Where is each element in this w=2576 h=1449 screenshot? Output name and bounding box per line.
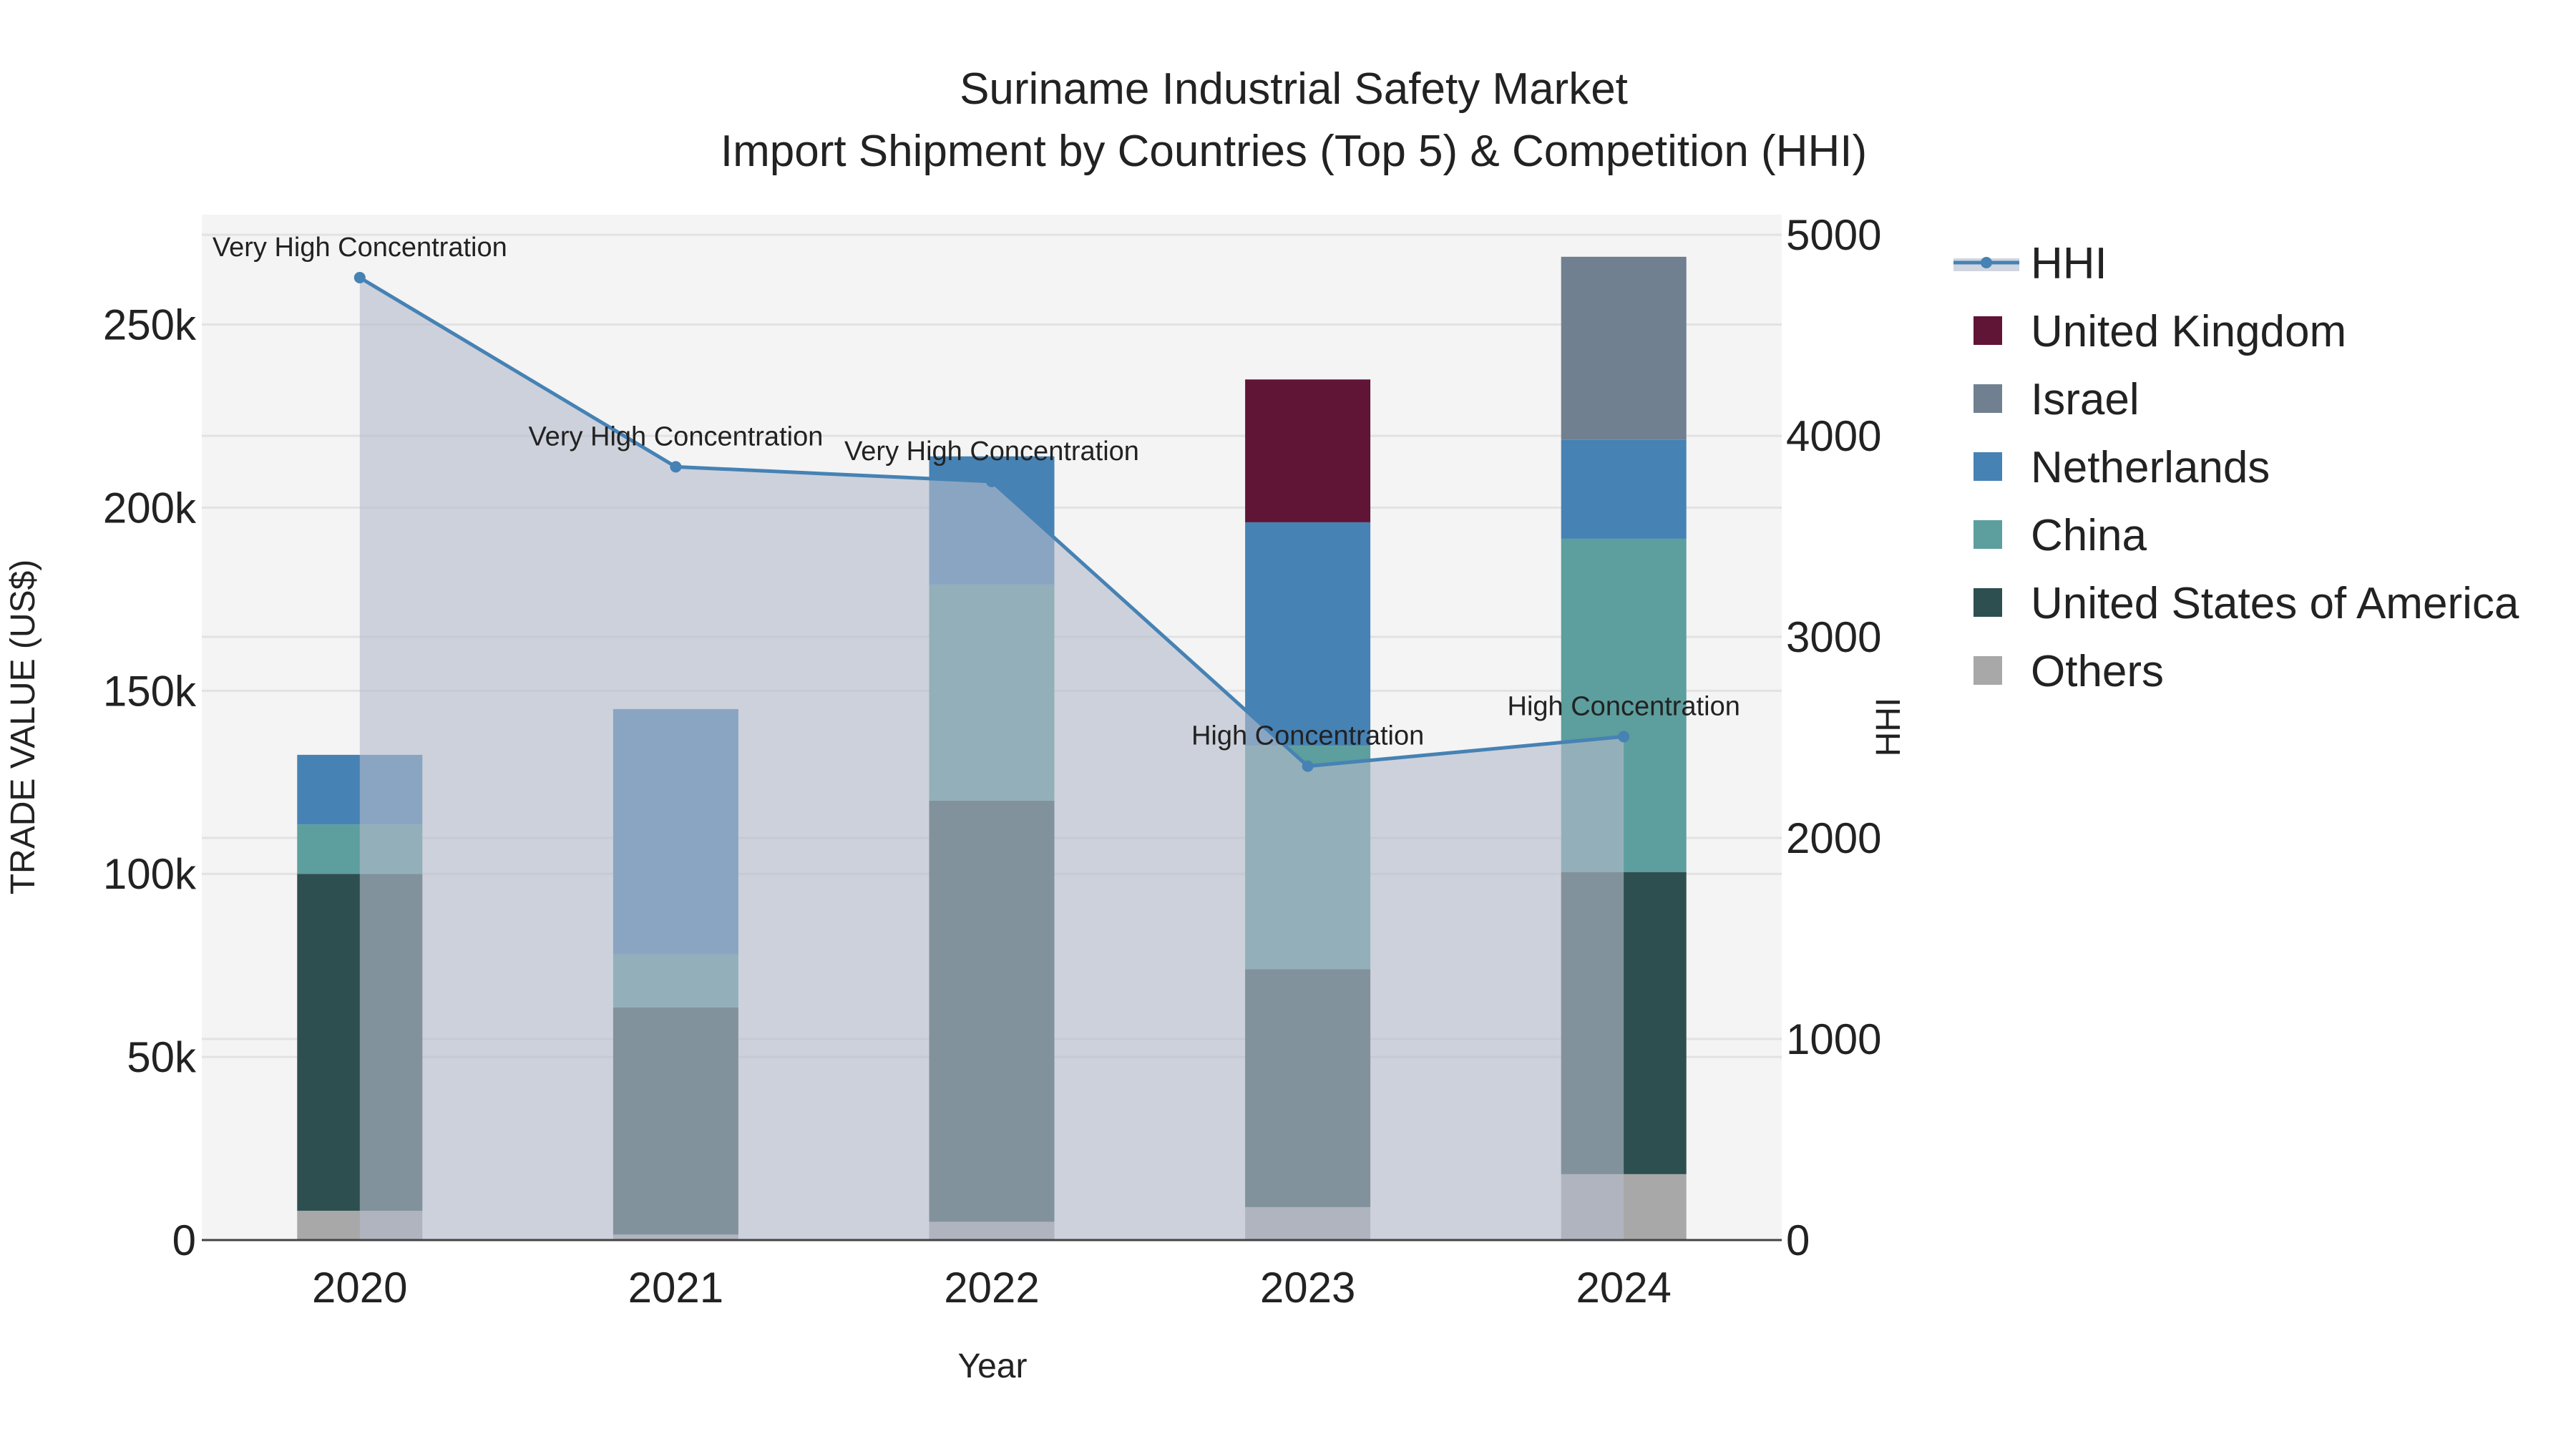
hhi-annotation-2020: Very High Concentration: [213, 233, 507, 263]
y-tick-label: 100k: [103, 850, 197, 898]
y2-tick-label: 5000: [1786, 211, 1881, 259]
legend-swatch: [1974, 588, 2002, 617]
chart-subtitle: Import Shipment by Countries (Top 5) & C…: [721, 127, 1867, 176]
legend-label: Others: [2031, 647, 2164, 696]
legend-swatch: [1974, 656, 2002, 685]
y-tick-label: 150k: [103, 667, 197, 715]
y-tick-label: 200k: [103, 484, 197, 532]
y-tick-label: 0: [172, 1216, 196, 1264]
legend-swatch: [1974, 316, 2002, 345]
legend-swatch-hhi-marker: [1981, 257, 1992, 268]
bar-israel-2024: [1561, 256, 1687, 440]
legend-item-others[interactable]: Others: [1974, 647, 2164, 696]
legend-item-hhi[interactable]: HHI: [1953, 239, 2107, 288]
legend-label: Israel: [2031, 375, 2140, 424]
legend-item-united-kingdom[interactable]: United Kingdom: [1974, 307, 2346, 356]
y-tick-label: 250k: [103, 301, 197, 349]
bar-netherlands-2023: [1245, 522, 1371, 746]
chart: Very High Concentration Very High Concent…: [4, 64, 2519, 1385]
x-tick-label: 2022: [944, 1264, 1039, 1312]
hhi-annotation-2023: High Concentration: [1191, 721, 1424, 751]
x-axis-title: Year: [958, 1347, 1028, 1385]
legend-swatch: [1974, 384, 2002, 413]
x-tick-label: 2020: [312, 1264, 407, 1312]
legend-item-united-states-of-america[interactable]: United States of America: [1974, 579, 2519, 628]
legend: HHI United Kingdom Israel Netherlands China U…: [1953, 239, 2519, 696]
legend-swatch: [1974, 452, 2002, 481]
hhi-point-2024: [1618, 731, 1630, 743]
hhi-point-2023: [1302, 760, 1314, 772]
y2-tick-label: 2000: [1786, 814, 1881, 862]
y-axis-ticks: 0 50k 100k 150k 200k 250k: [103, 301, 197, 1264]
hhi-annotation-2024: High Concentration: [1508, 691, 1740, 721]
legend-label: United States of America: [2031, 579, 2519, 628]
x-axis-ticks: 2020 2021 2022 2023 2024: [312, 1264, 1672, 1312]
y2-axis-title: HHI: [1870, 698, 1908, 757]
legend-swatch: [1974, 520, 2002, 549]
bar-united-kingdom-2023: [1245, 379, 1371, 522]
legend-item-netherlands[interactable]: Netherlands: [1974, 443, 2270, 492]
y2-axis-ticks: 0 1000 2000 3000 4000 5000: [1786, 211, 1881, 1264]
hhi-annotation-2021: Very High Concentration: [528, 421, 823, 452]
chart-title: Suriname Industrial Safety Market: [960, 64, 1628, 114]
hhi-point-2022: [986, 475, 997, 487]
y-axis-title: TRADE VALUE (US$): [4, 560, 42, 895]
x-tick-label: 2021: [628, 1264, 723, 1312]
x-tick-label: 2023: [1260, 1264, 1355, 1312]
legend-item-china[interactable]: China: [1974, 511, 2147, 560]
bar-netherlands-2024: [1561, 439, 1687, 539]
legend-label: Netherlands: [2031, 443, 2270, 492]
hhi-point-2020: [353, 271, 366, 283]
legend-label: United Kingdom: [2031, 307, 2346, 356]
x-tick-label: 2024: [1576, 1264, 1671, 1312]
hhi-point-2021: [670, 461, 682, 473]
legend-label: HHI: [2031, 239, 2107, 288]
legend-item-israel[interactable]: Israel: [1974, 375, 2140, 424]
y-tick-label: 50k: [127, 1033, 197, 1081]
y2-tick-label: 0: [1786, 1216, 1810, 1264]
legend-label: China: [2031, 511, 2147, 560]
y2-tick-label: 4000: [1786, 412, 1881, 460]
y2-tick-label: 3000: [1786, 613, 1881, 661]
y2-tick-label: 1000: [1786, 1015, 1881, 1063]
hhi-annotation-2022: Very High Concentration: [844, 436, 1139, 467]
